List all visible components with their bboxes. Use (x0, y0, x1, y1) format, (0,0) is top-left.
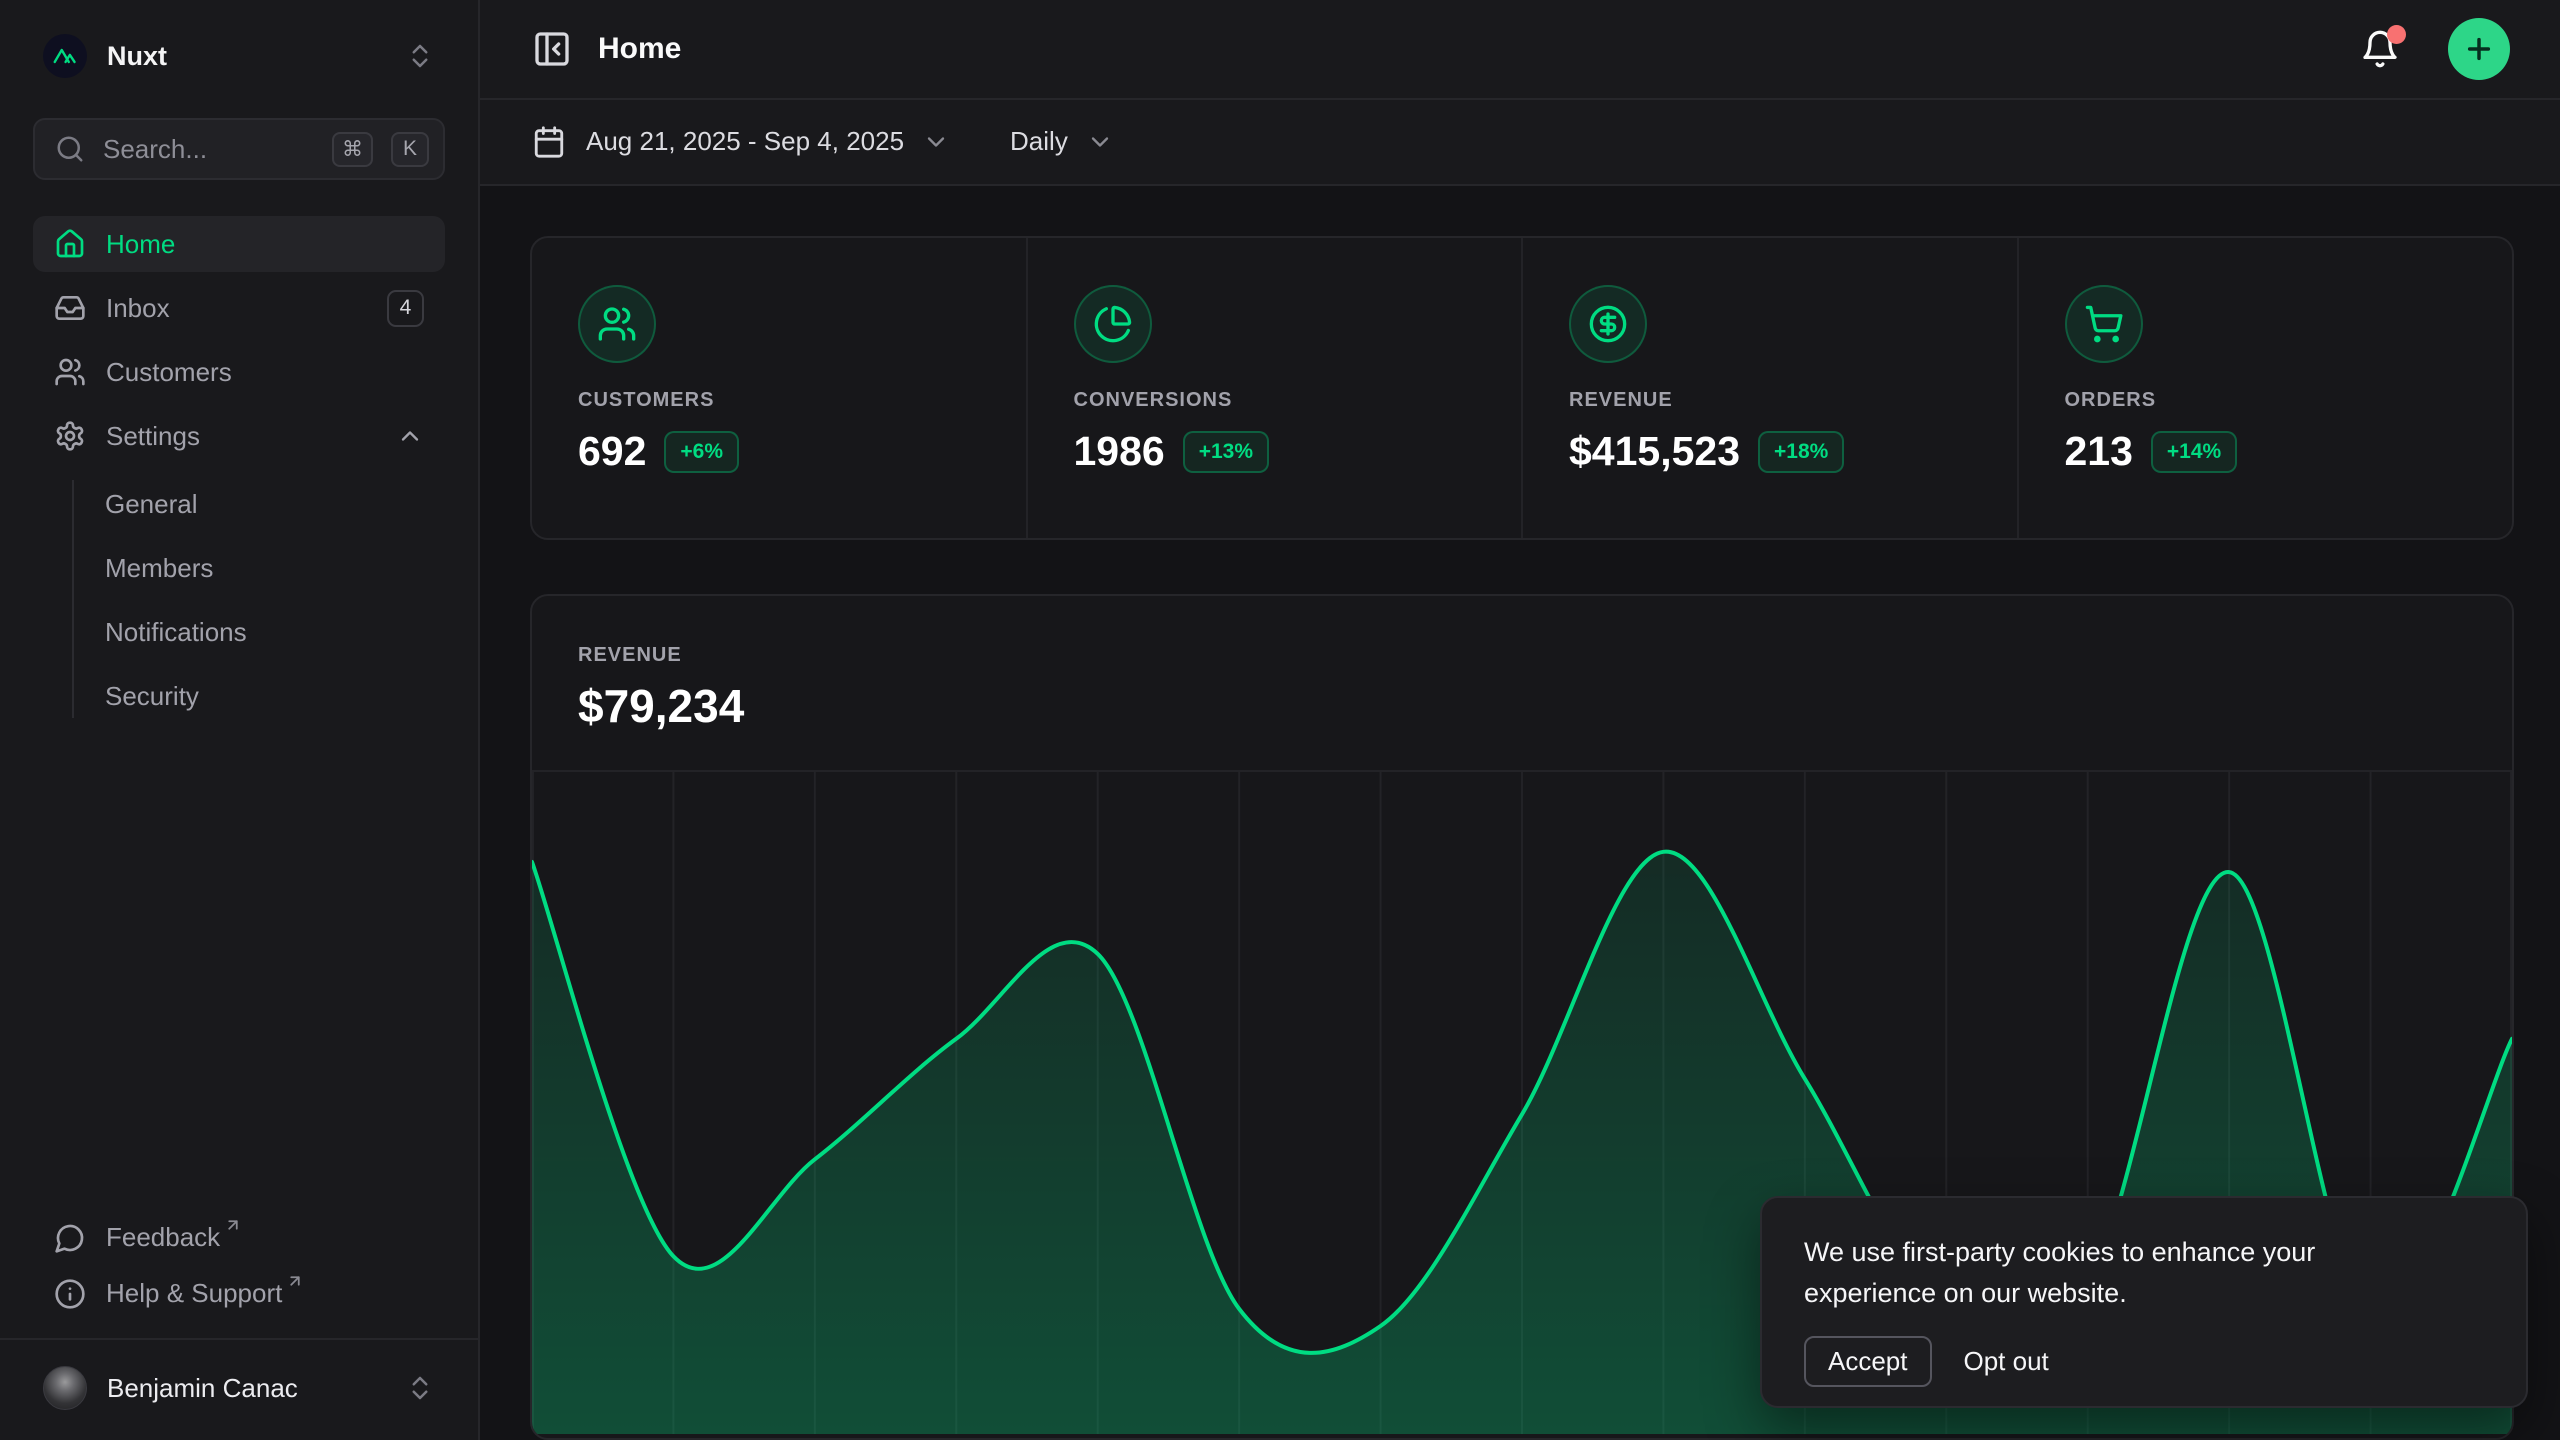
sidebar-divider (0, 1338, 478, 1340)
sidebar-item-customers[interactable]: Customers (33, 344, 445, 400)
sidebar-item-inbox[interactable]: Inbox 4 (33, 280, 445, 336)
kbd-k: K (391, 132, 429, 167)
chevron-down-icon[interactable] (922, 128, 950, 156)
chevrons-up-down-icon (405, 41, 435, 71)
chevron-down-icon[interactable] (1086, 128, 1114, 156)
add-button[interactable] (2448, 18, 2510, 80)
nuxt-logo-icon (43, 34, 87, 78)
notification-dot (2387, 25, 2406, 44)
info-circle-icon (54, 1278, 86, 1310)
sidebar-spacer (0, 728, 478, 1210)
stat-delta-badge: +14% (2151, 431, 2237, 473)
notifications-button[interactable] (2360, 29, 2400, 69)
page-title: Home (598, 32, 681, 66)
revenue-chart-value: $79,234 (578, 679, 2466, 733)
help-support-label: Help & Support (106, 1278, 282, 1309)
search-input[interactable]: Search... ⌘ K (33, 118, 445, 180)
message-circle-icon (54, 1222, 86, 1254)
inbox-icon (54, 292, 86, 324)
date-range-picker[interactable]: Aug 21, 2025 - Sep 4, 2025 (586, 126, 904, 157)
filter-bar: Aug 21, 2025 - Sep 4, 2025 Daily (480, 100, 2560, 186)
stat-delta-badge: +13% (1183, 431, 1269, 473)
top-bar: Home (480, 0, 2560, 100)
stat-value: 692 (578, 428, 646, 475)
sidebar-item-settings[interactable]: Settings (33, 408, 445, 464)
sidebar-subitem-notifications[interactable]: Notifications (33, 600, 445, 664)
user-menu[interactable]: Benjamin Canac (33, 1356, 445, 1420)
feedback-link[interactable]: Feedback (33, 1210, 445, 1266)
help-support-link[interactable]: Help & Support (33, 1266, 445, 1322)
arrow-up-right-icon (286, 1272, 304, 1290)
workspace-switcher[interactable]: Nuxt (33, 34, 445, 78)
stat-value: 213 (2065, 428, 2133, 475)
avatar (43, 1366, 87, 1410)
pie-chart-icon (1074, 285, 1152, 363)
workspace-name: Nuxt (107, 41, 385, 72)
stat-label: CUSTOMERS (578, 389, 980, 412)
stats-row: CUSTOMERS 692 +6% CONVERSIONS 1986 +13% (530, 236, 2514, 540)
chevron-up-icon (396, 422, 424, 450)
stat-card-customers[interactable]: CUSTOMERS 692 +6% (532, 238, 1028, 538)
search-icon (55, 134, 85, 164)
circle-dollar-icon (1569, 285, 1647, 363)
collapse-sidebar-button[interactable] (532, 29, 572, 69)
revenue-chart-label: REVENUE (578, 644, 2466, 667)
sidebar-subitem-members[interactable]: Members (33, 536, 445, 600)
stat-card-conversions[interactable]: CONVERSIONS 1986 +13% (1028, 238, 1524, 538)
gear-icon (54, 420, 86, 452)
users-icon (54, 356, 86, 388)
feedback-label: Feedback (106, 1222, 220, 1253)
calendar-icon (532, 125, 566, 159)
app-window: Nuxt Search... ⌘ K Home (0, 0, 2560, 1440)
stat-value: $415,523 (1569, 428, 1740, 475)
sidebar-footer-links: Feedback Help & Support (33, 1210, 445, 1322)
stat-delta-badge: +6% (664, 431, 739, 473)
cookie-message-line1: We use first-party cookies to enhance yo… (1804, 1237, 2315, 1267)
chevrons-up-down-icon (405, 1373, 435, 1403)
sidebar-item-label: Inbox (106, 293, 170, 324)
stat-value: 1986 (1074, 428, 1165, 475)
stat-delta-badge: +18% (1758, 431, 1844, 473)
sidebar-nav: Home Inbox 4 Customers Settings (33, 216, 445, 472)
cookie-message-line2: experience on our website. (1804, 1278, 2127, 1308)
period-select[interactable]: Daily (1010, 126, 1068, 157)
search-placeholder: Search... (103, 134, 314, 165)
accept-cookies-button[interactable]: Accept (1804, 1336, 1932, 1387)
user-name: Benjamin Canac (107, 1373, 385, 1404)
sidebar-item-home[interactable]: Home (33, 216, 445, 272)
sidebar: Nuxt Search... ⌘ K Home (0, 0, 480, 1440)
house-icon (54, 228, 86, 260)
sidebar-subitem-general[interactable]: General (33, 472, 445, 536)
sidebar-item-label: Settings (106, 421, 200, 452)
settings-submenu: General Members Notifications Security (33, 472, 445, 728)
stat-label: CONVERSIONS (1074, 389, 1476, 412)
shopping-cart-icon (2065, 285, 2143, 363)
arrow-up-right-icon (224, 1216, 242, 1234)
stat-card-revenue[interactable]: REVENUE $415,523 +18% (1523, 238, 2019, 538)
stat-label: ORDERS (2065, 389, 2467, 412)
users-icon (578, 285, 656, 363)
sidebar-item-label: Customers (106, 357, 232, 388)
kbd-command: ⌘ (332, 132, 373, 167)
stat-label: REVENUE (1569, 389, 1971, 412)
optout-cookies-button[interactable]: Opt out (1964, 1346, 2049, 1377)
sidebar-item-label: Home (106, 229, 175, 260)
cookie-banner: We use first-party cookies to enhance yo… (1760, 1196, 2528, 1408)
stat-card-orders[interactable]: ORDERS 213 +14% (2019, 238, 2513, 538)
sidebar-subitem-security[interactable]: Security (33, 664, 445, 728)
inbox-count-badge: 4 (387, 290, 424, 327)
